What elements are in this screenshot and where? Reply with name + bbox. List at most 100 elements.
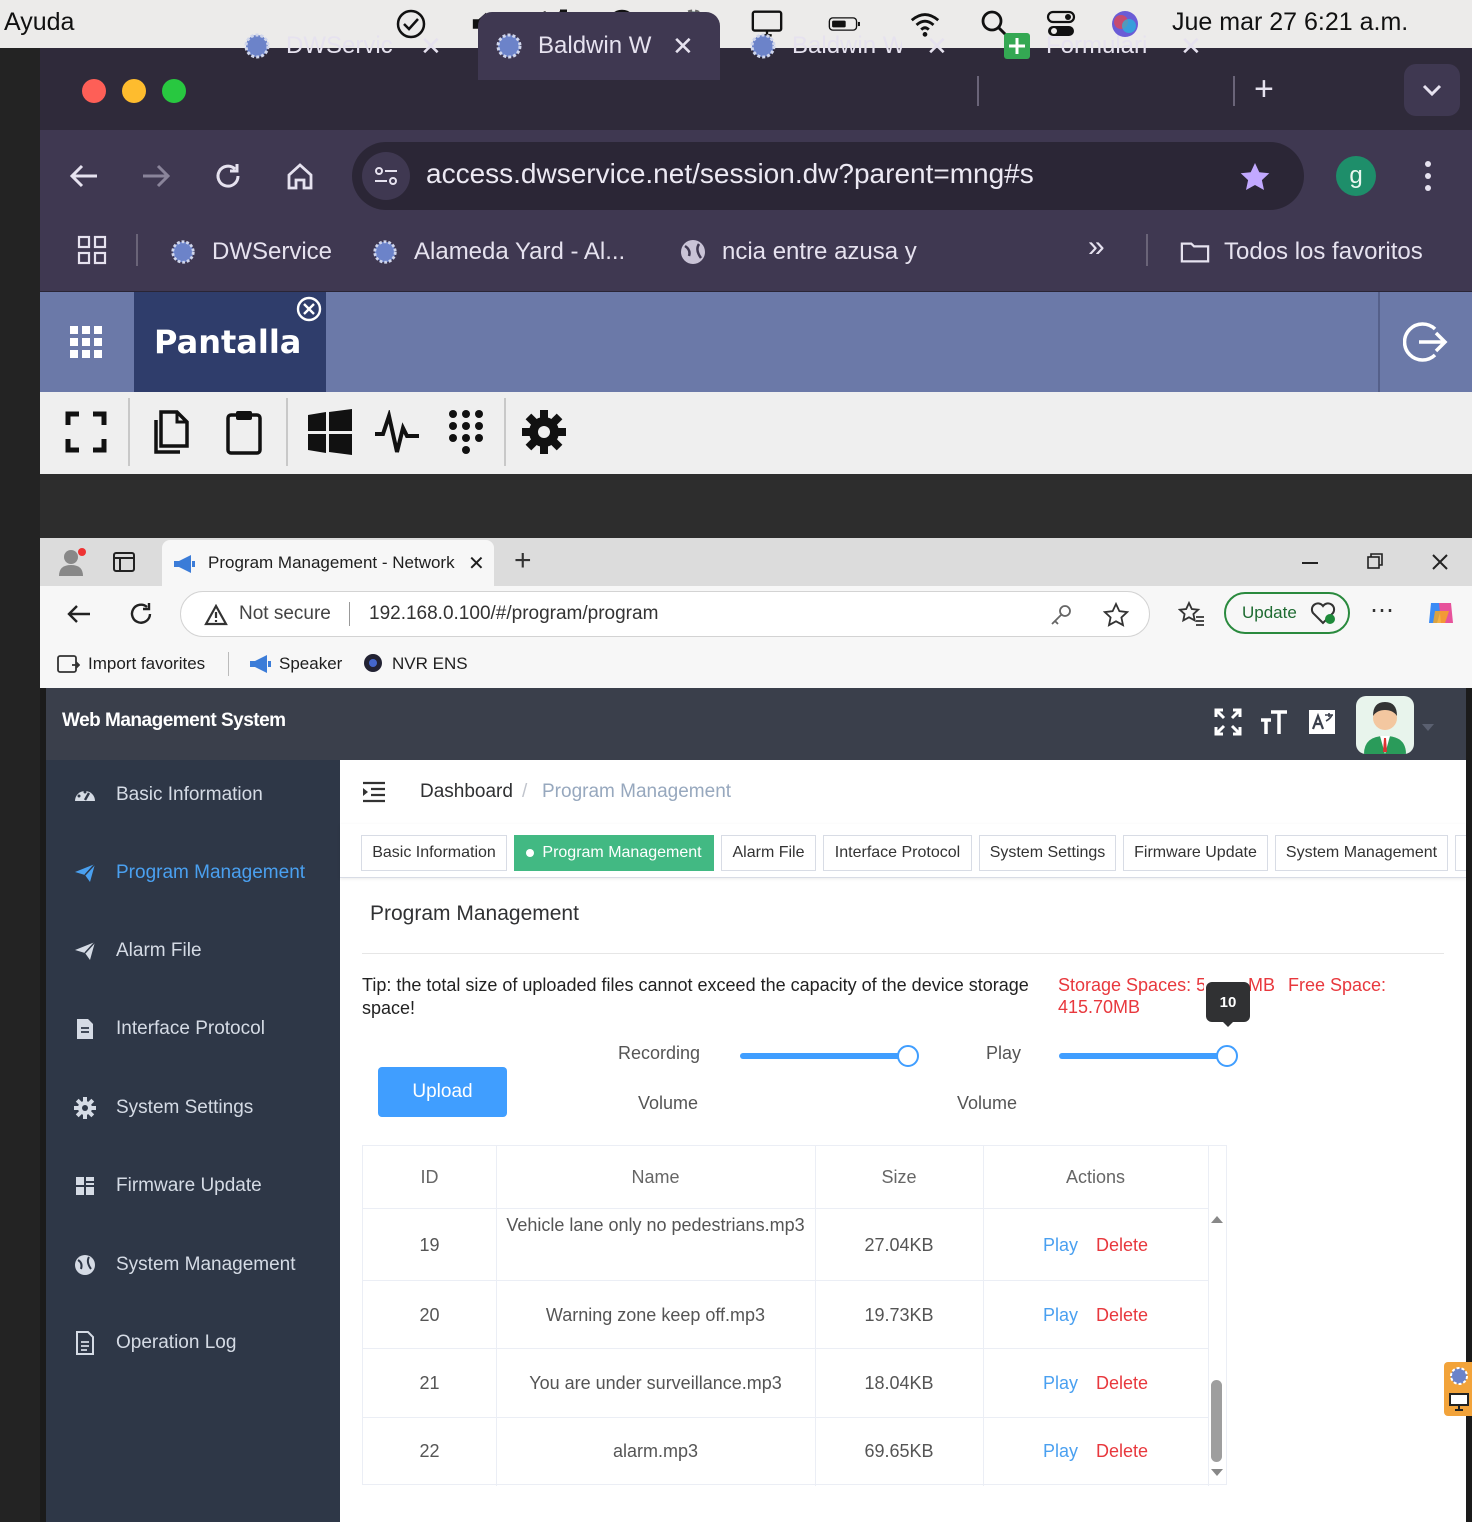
- font-size-icon[interactable]: [1258, 706, 1290, 738]
- chrome-address-bar[interactable]: access.dwservice.net/session.dw?parent=m…: [352, 142, 1304, 210]
- logout-icon[interactable]: [1402, 318, 1450, 366]
- close-tab-icon[interactable]: ✕: [926, 31, 948, 62]
- chrome-tab-3[interactable]: Baldwin W ✕: [734, 12, 974, 80]
- zoom-window-button[interactable]: [162, 79, 186, 103]
- delete-link[interactable]: Delete: [1096, 1367, 1148, 1399]
- vertical-tabs-icon[interactable]: [110, 548, 138, 576]
- caret-down-icon[interactable]: [1422, 724, 1434, 731]
- fullscreen-icon[interactable]: [1212, 706, 1244, 738]
- tab-search-button[interactable]: [1404, 64, 1460, 116]
- chrome-tab-4[interactable]: Formulari ✕: [990, 12, 1228, 80]
- sidebar-item-basic-information[interactable]: Basic Information: [46, 756, 340, 834]
- keypad-icon[interactable]: [444, 406, 488, 458]
- site-settings-icon[interactable]: [362, 152, 410, 200]
- back-arrow-icon[interactable]: [66, 158, 102, 194]
- sidebar-item-system-settings[interactable]: System Settings: [46, 1069, 340, 1147]
- favorite-import-label[interactable]: Import favorites: [88, 654, 205, 674]
- upload-button[interactable]: Upload: [378, 1067, 507, 1117]
- sidebar-item-interface-protocol[interactable]: Interface Protocol: [46, 990, 340, 1068]
- translate-icon[interactable]: [1306, 706, 1338, 738]
- sidebar-item-program-management[interactable]: Program Management: [46, 834, 340, 912]
- bookmark-ncia[interactable]: ncia entre azusa y: [678, 232, 917, 272]
- gear-icon[interactable]: [520, 408, 568, 456]
- edge-tab-program-management[interactable]: Program Management - Network ✕: [162, 540, 494, 588]
- play-volume-slider[interactable]: [1059, 1045, 1238, 1067]
- windows-icon[interactable]: [304, 408, 356, 456]
- reload-icon[interactable]: [210, 158, 246, 194]
- favorites-list-icon[interactable]: [1176, 598, 1208, 630]
- copilot-icon[interactable]: [1424, 596, 1458, 630]
- profile-avatar[interactable]: g: [1336, 156, 1376, 196]
- star-bookmark-icon[interactable]: [1238, 160, 1272, 194]
- clipboard-icon[interactable]: [220, 408, 268, 456]
- favorite-speaker-label[interactable]: Speaker: [279, 654, 342, 674]
- tag-alarm-file[interactable]: Alarm File: [721, 835, 816, 871]
- chrome-tab-1[interactable]: DWServic ✕: [228, 12, 474, 80]
- bookmark-dwservice[interactable]: DWService: [168, 232, 332, 272]
- play-volume-handle[interactable]: [1216, 1045, 1238, 1067]
- delete-link[interactable]: Delete: [1096, 1435, 1148, 1467]
- play-link[interactable]: Play: [1043, 1229, 1078, 1261]
- column-header-id[interactable]: ID: [363, 1146, 496, 1208]
- dwservice-floating-widget[interactable]: [1444, 1362, 1472, 1416]
- sidebar-item-alarm-file[interactable]: Alarm File: [46, 912, 340, 990]
- tag-system-settings[interactable]: System Settings: [979, 835, 1116, 871]
- edge-address-bar[interactable]: Not secure 192.168.0.100/#/program/progr…: [180, 591, 1150, 637]
- tag-basic-information[interactable]: Basic Information: [361, 835, 507, 871]
- delete-link[interactable]: Delete: [1096, 1229, 1148, 1261]
- update-button[interactable]: Update: [1224, 592, 1350, 634]
- pantalla-tab[interactable]: Pantalla: [134, 292, 326, 392]
- edge-new-tab-button[interactable]: +: [514, 544, 532, 578]
- play-link[interactable]: Play: [1043, 1435, 1078, 1467]
- restore-icon[interactable]: [1364, 550, 1386, 572]
- sidebar-item-system-management[interactable]: System Management: [46, 1226, 340, 1304]
- apps-menu-icon[interactable]: [66, 322, 106, 362]
- forward-arrow-icon[interactable]: [138, 158, 174, 194]
- sidebar-item-operation-log[interactable]: Operation Log: [46, 1304, 340, 1382]
- close-circle-icon[interactable]: [296, 296, 322, 322]
- column-header-name[interactable]: Name: [496, 1146, 815, 1208]
- more-horizontal-icon[interactable]: ⋯: [1370, 596, 1394, 625]
- not-secure-label[interactable]: Not secure: [239, 603, 331, 625]
- scroll-down-arrow[interactable]: [1211, 1469, 1223, 1476]
- new-tab-button[interactable]: +: [1254, 70, 1274, 109]
- column-header-actions[interactable]: Actions: [983, 1146, 1208, 1208]
- fullscreen-icon[interactable]: [62, 408, 110, 456]
- copy-icon[interactable]: [150, 408, 194, 456]
- favorite-nvr-label[interactable]: NVR ENS: [392, 654, 468, 674]
- app-menu-help[interactable]: Ayuda: [4, 8, 74, 37]
- more-bookmarks-button[interactable]: »: [1088, 230, 1105, 264]
- activity-icon[interactable]: [372, 408, 424, 456]
- column-header-size[interactable]: Size: [815, 1146, 983, 1208]
- close-tab-icon[interactable]: ✕: [672, 31, 694, 62]
- avatar[interactable]: [1356, 696, 1414, 754]
- recording-volume-slider[interactable]: [740, 1045, 919, 1067]
- close-tab-icon[interactable]: ✕: [1180, 31, 1202, 62]
- all-bookmarks-folder[interactable]: Todos los favoritos: [1180, 232, 1423, 272]
- tag-firmware-update[interactable]: Firmware Update: [1123, 835, 1268, 871]
- bookmark-alameda-yard[interactable]: Alameda Yard - Al...: [370, 232, 625, 272]
- close-tab-icon[interactable]: ✕: [420, 31, 442, 62]
- tag-program-management[interactable]: Program Management: [514, 835, 714, 871]
- reload-icon[interactable]: [126, 600, 156, 628]
- table-scrollbar-thumb[interactable]: [1211, 1380, 1222, 1462]
- sidebar-item-firmware-update[interactable]: Firmware Update: [46, 1147, 340, 1225]
- close-tab-icon[interactable]: ✕: [468, 551, 485, 576]
- recording-volume-handle[interactable]: [897, 1045, 919, 1067]
- back-arrow-icon[interactable]: [64, 600, 94, 628]
- close-window-button[interactable]: [82, 79, 106, 103]
- close-icon[interactable]: [1428, 550, 1452, 574]
- delete-link[interactable]: Delete: [1096, 1299, 1148, 1331]
- minimize-icon[interactable]: [1302, 562, 1318, 564]
- home-icon[interactable]: [282, 158, 318, 194]
- chrome-tab-2[interactable]: Baldwin W ✕: [478, 12, 720, 80]
- scroll-up-arrow[interactable]: [1211, 1216, 1223, 1223]
- tag-interface-protocol[interactable]: Interface Protocol: [823, 835, 972, 871]
- minimize-window-button[interactable]: [122, 79, 146, 103]
- apps-grid-icon[interactable]: [76, 234, 108, 266]
- play-link[interactable]: Play: [1043, 1367, 1078, 1399]
- tag-system-management[interactable]: System Management: [1275, 835, 1448, 871]
- more-vert-icon[interactable]: [1414, 158, 1442, 194]
- breadcrumb-home[interactable]: Dashboard: [420, 781, 513, 803]
- hamburger-fold-icon[interactable]: [360, 778, 388, 806]
